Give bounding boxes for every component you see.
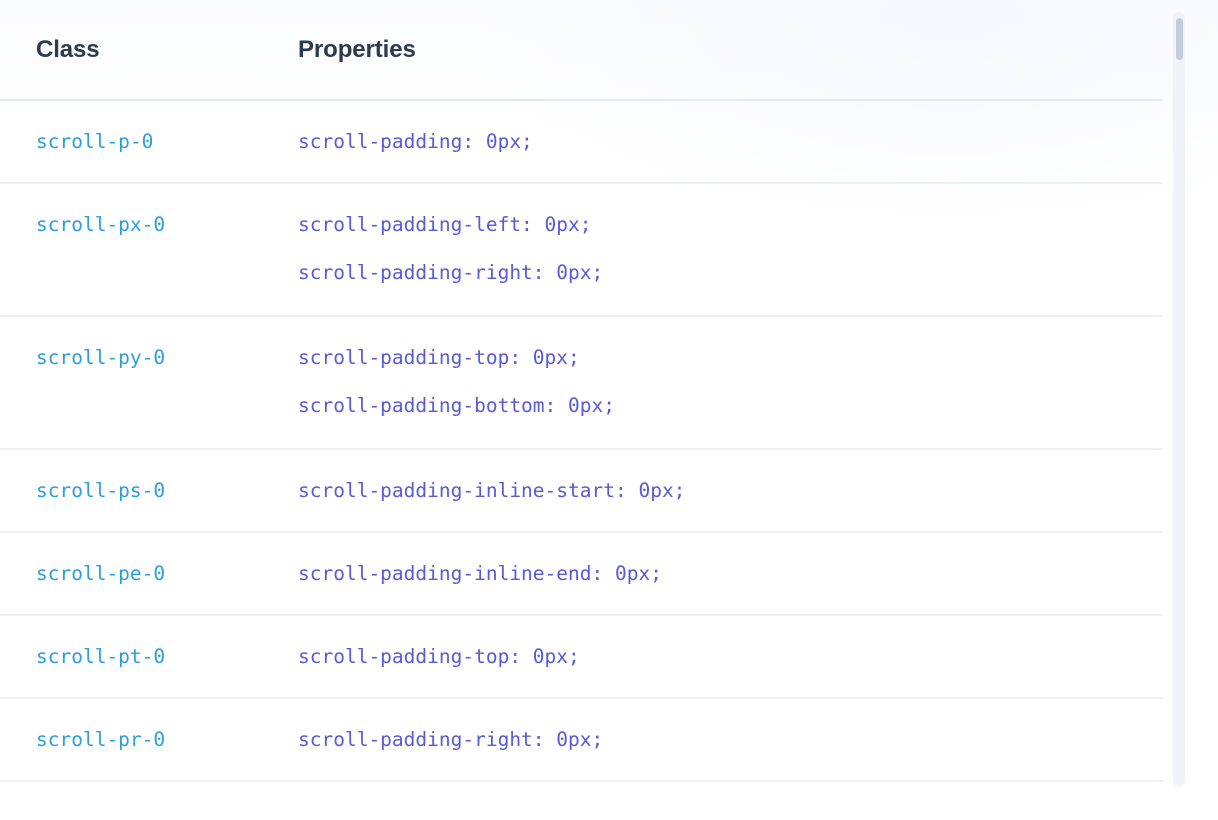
column-header-properties: Properties — [263, 0, 1163, 101]
table-row: scroll-px-0 scroll-padding-left: 0px; sc… — [0, 183, 1163, 317]
cell-class: scroll-pt-0 — [0, 615, 263, 699]
cell-properties: scroll-padding-top: 0px; scroll-padding-… — [263, 316, 1163, 450]
property-list: scroll-padding-inline-start: 0px; — [263, 450, 1163, 515]
reference-table-container: Class Properties scroll-p-0 scroll-paddi… — [0, 0, 1163, 820]
cell-properties: scroll-padding: 0px; — [263, 100, 1163, 184]
property-list: scroll-padding-right: 0px; — [263, 699, 1163, 764]
property-list: scroll-padding: 0px; — [263, 101, 1163, 166]
property-line: scroll-padding-inline-start: 0px; — [298, 479, 686, 502]
cell-properties: scroll-padding-inline-start: 0px; — [263, 449, 1163, 533]
property-line: scroll-padding-top: 0px; — [298, 645, 580, 668]
cell-class: scroll-pe-0 — [0, 532, 263, 616]
table-header-row: Class Properties — [0, 0, 1163, 101]
property-line: scroll-padding-left: 0px; — [298, 213, 592, 236]
cell-properties: scroll-padding-inline-end: 0px; — [263, 532, 1163, 616]
cell-properties: scroll-padding-right: 0px; — [263, 698, 1163, 782]
class-token[interactable]: scroll-p-0 — [0, 101, 263, 166]
property-list — [263, 782, 1163, 799]
vertical-scrollbar[interactable] — [1173, 12, 1185, 787]
page-root: Class Properties scroll-p-0 scroll-paddi… — [0, 0, 1218, 820]
table-body: scroll-p-0 scroll-padding: 0px; scroll-p… — [0, 100, 1163, 820]
class-token[interactable]: scroll-py-0 — [0, 317, 263, 382]
table-row: scroll-pt-0 scroll-padding-top: 0px; — [0, 615, 1163, 699]
class-token[interactable]: scroll-ps-0 — [0, 450, 263, 515]
property-line: scroll-padding-right: 0px; — [298, 728, 604, 751]
class-token[interactable]: scroll-px-0 — [0, 184, 263, 249]
table-row: scroll-pe-0 scroll-padding-inline-end: 0… — [0, 532, 1163, 616]
class-token[interactable]: scroll-pr-0 — [0, 699, 263, 764]
cell-class — [0, 781, 263, 820]
table-row: scroll-py-0 scroll-padding-top: 0px; scr… — [0, 316, 1163, 450]
utility-class-reference-table: Class Properties scroll-p-0 scroll-paddi… — [0, 0, 1163, 820]
cell-properties: scroll-padding-left: 0px; scroll-padding… — [263, 183, 1163, 317]
property-list: scroll-padding-top: 0px; — [263, 616, 1163, 681]
cell-properties: scroll-padding-top: 0px; — [263, 615, 1163, 699]
table-header: Class Properties — [0, 0, 1163, 101]
cell-class: scroll-py-0 — [0, 316, 263, 450]
property-line: scroll-padding-right: 0px; — [298, 261, 604, 284]
property-list: scroll-padding-left: 0px; scroll-padding… — [263, 184, 1163, 297]
class-token[interactable]: scroll-pe-0 — [0, 533, 263, 598]
table-row: scroll-ps-0 scroll-padding-inline-start:… — [0, 449, 1163, 533]
property-list: scroll-padding-top: 0px; scroll-padding-… — [263, 317, 1163, 430]
property-line: scroll-padding: 0px; — [298, 130, 533, 153]
property-line: scroll-padding-inline-end: 0px; — [298, 562, 662, 585]
scrollbar-thumb[interactable] — [1176, 18, 1183, 60]
cell-class: scroll-ps-0 — [0, 449, 263, 533]
cell-class: scroll-p-0 — [0, 100, 263, 184]
table-row: scroll-pr-0 scroll-padding-right: 0px; — [0, 698, 1163, 782]
property-line: scroll-padding-bottom: 0px; — [298, 394, 615, 417]
cell-properties — [263, 781, 1163, 820]
cell-class: scroll-pr-0 — [0, 698, 263, 782]
property-line: scroll-padding-top: 0px; — [298, 346, 580, 369]
cell-class: scroll-px-0 — [0, 183, 263, 317]
column-header-class: Class — [0, 0, 263, 101]
property-list: scroll-padding-inline-end: 0px; — [263, 533, 1163, 598]
table-row: scroll-p-0 scroll-padding: 0px; — [0, 100, 1163, 184]
table-row-partial — [0, 781, 1163, 820]
class-token[interactable] — [0, 782, 263, 799]
class-token[interactable]: scroll-pt-0 — [0, 616, 263, 681]
